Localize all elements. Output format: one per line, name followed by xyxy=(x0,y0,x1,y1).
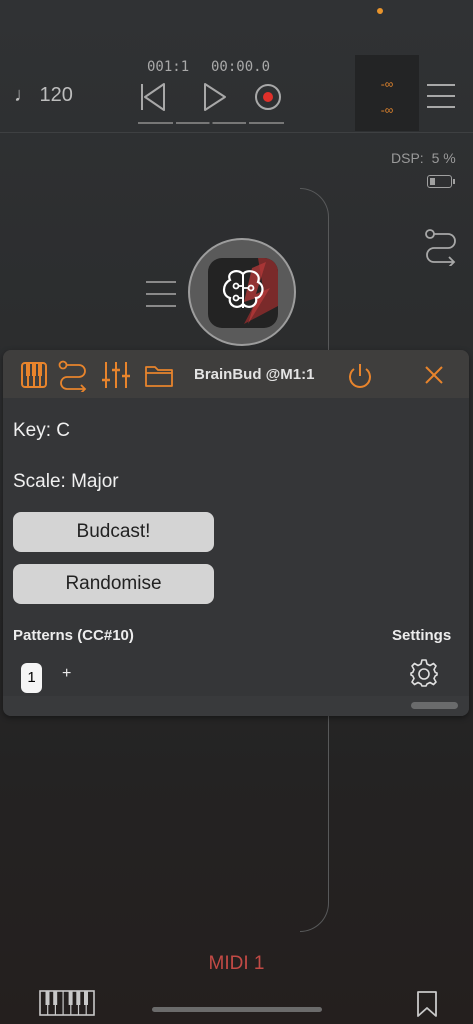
scale-label[interactable]: Scale: Major xyxy=(13,471,119,493)
status-indicator xyxy=(377,8,383,14)
midi-channel-label[interactable]: MIDI 1 xyxy=(0,953,473,975)
patterns-heading: Patterns (CC#10) xyxy=(13,627,134,644)
panel-footer xyxy=(3,696,469,716)
close-icon[interactable] xyxy=(424,365,444,385)
battery-icon xyxy=(427,175,455,188)
meter-left-value: -∞ xyxy=(380,77,394,91)
dsp-value: 5 % xyxy=(431,150,456,166)
menu-icon[interactable] xyxy=(426,81,456,111)
time-counter: 00:00.0 xyxy=(211,59,271,75)
dsp-readout: DSP: 5 % xyxy=(391,150,456,166)
tempo-display[interactable]: ♩ 120 xyxy=(14,84,73,107)
piano-icon[interactable] xyxy=(21,362,47,388)
meter-right-value: -∞ xyxy=(380,103,394,117)
power-icon[interactable] xyxy=(346,362,374,390)
record-icon[interactable] xyxy=(254,83,282,111)
position-counter: 001:1 xyxy=(147,59,190,75)
transport-divider xyxy=(138,122,284,124)
bookmark-icon[interactable] xyxy=(416,990,438,1018)
routing-icon[interactable] xyxy=(424,228,458,266)
play-icon[interactable] xyxy=(202,82,228,112)
keyboard-icon[interactable] xyxy=(39,990,95,1016)
output-meter[interactable]: -∞ -∞ xyxy=(355,55,419,131)
budcast-button[interactable]: Budcast! xyxy=(13,512,214,552)
plugin-panel: BrainBud @M1:1 Key: C Scale: Major Budca… xyxy=(3,350,469,716)
node-menu-icon[interactable] xyxy=(146,280,176,310)
randomise-button[interactable]: Randomise xyxy=(13,564,214,604)
gear-icon[interactable] xyxy=(409,658,439,688)
key-label[interactable]: Key: C xyxy=(13,420,70,442)
rewind-icon[interactable] xyxy=(140,82,166,112)
brain-icon[interactable] xyxy=(208,258,278,328)
dsp-label: DSP: xyxy=(391,150,424,166)
pattern-item[interactable]: 1 xyxy=(21,663,42,693)
home-indicator[interactable] xyxy=(152,1007,322,1012)
settings-heading: Settings xyxy=(392,627,452,644)
add-pattern-button[interactable]: + xyxy=(62,665,71,683)
resize-handle[interactable] xyxy=(411,702,458,709)
